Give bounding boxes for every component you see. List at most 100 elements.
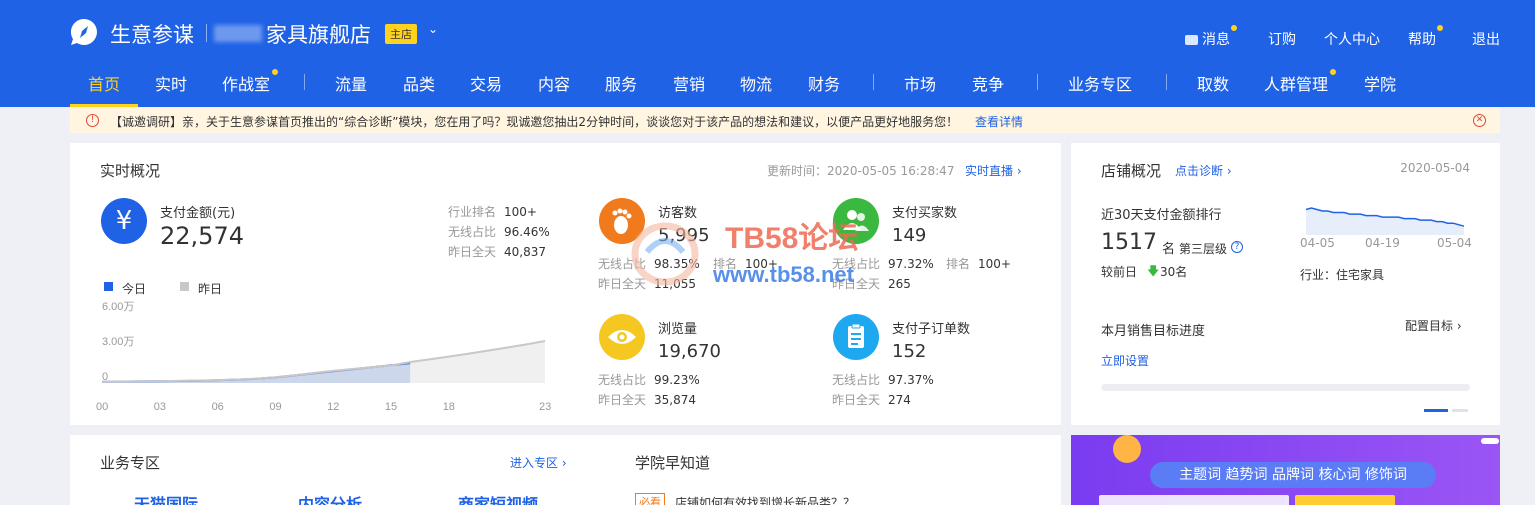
x-tick-label: 03 <box>154 401 166 413</box>
brand-name[interactable]: 生意参谋 <box>110 19 194 49</box>
rank-unit: 名 <box>1162 242 1176 257</box>
decor-pill <box>1481 438 1499 444</box>
shop-overview-card: 店铺概况 点击诊断 › 2020-05-04 近30天支付金额排行 1517 名… <box>1071 143 1500 425</box>
academy-article-link[interactable]: 店铺如何有效找到增长新品类？？ <box>675 494 855 505</box>
spark-date-mid: 04-19 <box>1365 236 1400 250</box>
buyers-value: 149 <box>892 225 927 246</box>
nav-business-zone[interactable]: 业务专区 <box>1068 71 1132 95</box>
nav-divider <box>1037 74 1038 90</box>
nav-traffic[interactable]: 流量 <box>335 71 367 95</box>
tab-short-video[interactable]: 商家短视频 <box>458 491 538 505</box>
nav-competition[interactable]: 竞争 <box>972 71 1004 95</box>
visitors-label: 访客数 <box>658 206 698 221</box>
enter-zone-link[interactable]: 进入专区 › <box>510 454 567 471</box>
x-tick-label: 18 <box>443 401 455 413</box>
banner-headline-partial <box>1099 493 1479 505</box>
nav-finance[interactable]: 财务 <box>808 71 840 95</box>
notification-dot <box>1330 69 1337 75</box>
industry-label: 行业：住宅家具 <box>1300 268 1385 282</box>
rank-sparkline[interactable] <box>1305 205 1465 235</box>
nav-data-fetch[interactable]: 取数 <box>1197 71 1229 95</box>
nav-market[interactable]: 市场 <box>904 71 936 95</box>
order-link[interactable]: 订购 <box>1268 29 1296 49</box>
notification-dot <box>272 69 279 75</box>
payment-yesterday: 昨日全天 40,837 <box>448 245 547 259</box>
nav-content[interactable]: 内容 <box>538 71 570 95</box>
notice-details-link[interactable]: 查看详情 <box>975 113 1023 130</box>
payment-value: 22,574 <box>160 222 244 250</box>
goal-progress-bar <box>1101 384 1470 391</box>
nav-service[interactable]: 服务 <box>605 71 637 95</box>
x-tick-label: 15 <box>385 401 397 413</box>
live-link[interactable]: 实时直播 › <box>965 162 1022 179</box>
nav-divider <box>1166 74 1167 90</box>
payment-wireless: 无线占比 96.46% <box>448 225 550 239</box>
realtime-overview-card: 实时概况 更新时间：2020-05-05 16:28:47 实时直播 › ¥ 支… <box>70 143 1061 425</box>
pageviews-yesterday: 昨日全天 35,874 <box>598 393 697 407</box>
footprint-icon <box>599 198 645 244</box>
nav-category[interactable]: 品类 <box>403 71 435 95</box>
help-link[interactable]: 帮助 <box>1408 25 1443 49</box>
visitors-wireless: 无线占比 98.35% <box>598 257 700 271</box>
tab-content-analysis[interactable]: 内容分析 <box>298 491 362 505</box>
academy-title: 学院早知道 <box>635 454 711 472</box>
nav-marketing[interactable]: 营销 <box>673 71 705 95</box>
user-center-link[interactable]: 个人中心 <box>1324 29 1380 49</box>
tier-label: 第三层级 <box>1179 242 1228 256</box>
nav-divider <box>873 74 874 90</box>
compass-logo-icon[interactable] <box>69 17 99 47</box>
decor-circle <box>1113 435 1141 463</box>
messages-link[interactable]: 消息 <box>1185 25 1237 49</box>
shop-name: 家具旗舰店 <box>266 23 371 47</box>
rank-title: 近30天支付金额排行 <box>1101 208 1222 223</box>
tab-tmall-intl[interactable]: 天猫国际 <box>134 491 198 505</box>
update-time: 更新时间：2020-05-05 16:28:47 <box>767 164 955 178</box>
envelope-icon <box>1185 35 1198 45</box>
card-title: 店铺概况 <box>1101 162 1162 180</box>
visitors-rank: 排名 100+ <box>713 257 778 271</box>
card-title: 实时概况 <box>100 162 161 180</box>
diagnose-link[interactable]: 点击诊断 › <box>1175 162 1232 179</box>
pageviews-value: 19,670 <box>658 341 721 362</box>
overview-date: 2020-05-04 <box>1400 161 1470 175</box>
y-tick-label: 3.00万 <box>102 336 134 348</box>
x-tick-label: 09 <box>269 401 281 413</box>
compare-value: 30名 <box>1160 265 1188 279</box>
suborders-wireless: 无线占比 97.37% <box>832 373 934 387</box>
suborders-value: 152 <box>892 341 927 362</box>
help-icon[interactable]: ? <box>1231 241 1243 253</box>
carousel-dot[interactable] <box>1452 409 1468 412</box>
close-icon[interactable]: ✕ <box>1473 114 1486 127</box>
nav-logistics[interactable]: 物流 <box>740 71 772 95</box>
nav-academy[interactable]: 学院 <box>1364 71 1396 95</box>
main-shop-badge: 主店 <box>385 24 417 44</box>
series-area-yesterday <box>102 341 545 383</box>
top-header: 生意参谋 家具旗舰店 主店 ⌄ 消息 订购 个人中心 帮助 退出 首页 实时 作… <box>0 0 1535 107</box>
x-tick-label: 23 <box>539 401 551 413</box>
payment-rank: 行业排名 100+ <box>448 205 537 219</box>
survey-notice-bar: ! 【诚邀调研】亲，关于生意参谋首页推出的“综合诊断”模块，您在用了吗？现诚邀您… <box>70 108 1500 133</box>
pageviews-label: 浏览量 <box>658 322 698 337</box>
notice-text: 【诚邀调研】亲，关于生意参谋首页推出的“综合诊断”模块，您在用了吗？现诚邀您抽出… <box>110 115 959 129</box>
nav-realtime[interactable]: 实时 <box>155 71 187 95</box>
payment-label: 支付金额(元) <box>160 206 236 221</box>
y-tick-label: 6.00万 <box>102 301 134 313</box>
promo-banner[interactable]: 主题词 趋势词 品牌词 核心词 修饰词 <box>1071 435 1500 505</box>
payment-trend-chart[interactable]: 03.00万6.00万00 03 06 09 12 15 18 23 <box>70 293 570 418</box>
logout-link[interactable]: 退出 <box>1472 29 1500 49</box>
compare-label: 较前日 <box>1101 265 1138 279</box>
card-title: 业务专区 <box>100 454 161 472</box>
nav-trade[interactable]: 交易 <box>470 71 502 95</box>
brand-divider <box>206 24 207 42</box>
nav-war-room[interactable]: 作战室 <box>222 69 279 95</box>
nav-home[interactable]: 首页 <box>88 71 120 95</box>
suborders-label: 支付子订单数 <box>892 322 971 337</box>
buyers-rank: 排名 100+ <box>946 257 1011 271</box>
carousel-dot-active[interactable] <box>1424 409 1448 412</box>
configure-goal-link[interactable]: 配置目标 › <box>1405 317 1462 334</box>
must-read-badge: 必看 <box>635 493 665 505</box>
set-goal-link[interactable]: 立即设置 <box>1101 352 1149 369</box>
nav-audience[interactable]: 人群管理 <box>1264 69 1337 95</box>
shop-switch-chevron-icon[interactable]: ⌄ <box>428 22 438 36</box>
spark-date-start: 04-05 <box>1300 236 1335 250</box>
